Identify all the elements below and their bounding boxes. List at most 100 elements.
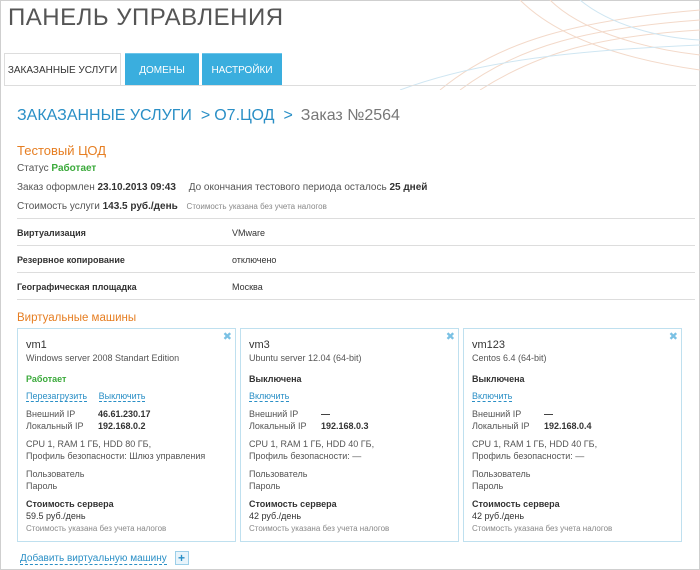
vm-name: vm1	[26, 339, 47, 351]
cost-note: Стоимость указана без учета налогов	[186, 202, 327, 211]
vm-state: Работает	[26, 374, 67, 384]
vm-actions: Включить	[249, 391, 298, 402]
vm-spec: CPU 1, RAM 1 ГБ, HDD 40 ГБ,	[472, 439, 598, 449]
vm-external-ip: Внешний IP —	[249, 409, 330, 419]
property-name: Географическая площадка	[17, 282, 137, 292]
vm-price: 42 руб./день	[249, 511, 302, 521]
service-properties-table: Виртуализация VMware Резервное копирован…	[17, 218, 695, 300]
local-ip-value: 192.168.0.2	[98, 421, 146, 431]
vm-price-label: Стоимость сервера	[472, 499, 560, 509]
reboot-button[interactable]: Перезагрузить	[26, 391, 88, 402]
vm-card: ✖ vm1 Windows server 2008 Standart Editi…	[17, 328, 236, 542]
vm-state: Выключена	[249, 374, 302, 384]
cost-value: 143.5 руб./день	[102, 201, 178, 212]
trial-remaining: 25 дней	[389, 182, 428, 193]
property-value: отключено	[232, 255, 277, 265]
vm-name: vm123	[472, 339, 506, 351]
external-ip-label: Внешний IP	[249, 409, 299, 419]
vm-card: ✖ vm123 Centos 6.4 (64-bit) Выключена Вк…	[463, 328, 682, 542]
plus-icon[interactable]: +	[174, 551, 189, 565]
vm-actions: Перезагрузить Выключить	[26, 391, 154, 402]
close-icon[interactable]: ✖	[446, 330, 455, 343]
property-row: Географическая площадка Москва	[17, 273, 695, 300]
vm-price: 42 руб./день	[472, 511, 525, 521]
vm-password-label: Пароль	[472, 481, 504, 491]
local-ip-value: 192.168.0.3	[321, 421, 369, 431]
vm-external-ip: Внешний IP 46.61.230.17	[26, 409, 151, 419]
local-ip-label: Локальный IP	[472, 421, 530, 431]
external-ip-value: —	[544, 409, 553, 419]
service-cost-line: Стоимость услуги 143.5 руб./день Стоимос…	[17, 201, 327, 212]
local-ip-label: Локальный IP	[249, 421, 307, 431]
power-on-button[interactable]: Включить	[472, 391, 513, 402]
vm-os: Windows server 2008 Standart Edition	[26, 353, 180, 363]
vm-password-label: Пароль	[26, 481, 58, 491]
vm-price: 59.5 руб./день	[26, 511, 86, 521]
vm-user-label: Пользователь	[472, 469, 531, 479]
order-info-line: Заказ оформлен 23.10.2013 09:43 До оконч…	[17, 182, 427, 193]
external-ip-label: Внешний IP	[472, 409, 522, 419]
vm-user-label: Пользователь	[26, 469, 85, 479]
property-row: Виртуализация VMware	[17, 219, 695, 246]
close-icon[interactable]: ✖	[223, 330, 232, 343]
local-ip-label: Локальный IP	[26, 421, 84, 431]
vm-password-label: Пароль	[249, 481, 281, 491]
vm-security-profile: Профиль безопасности: Шлюз управления	[26, 451, 206, 461]
vm-state: Выключена	[472, 374, 525, 384]
vm-price-note: Стоимость указана без учета налогов	[249, 524, 390, 533]
tab-domains[interactable]: ДОМЕНЫ	[125, 53, 199, 86]
vm-local-ip: Локальный IP 192.168.0.2	[26, 421, 146, 431]
add-vm-link[interactable]: Добавить виртуальную машину	[20, 552, 167, 565]
vm-user-label: Пользователь	[249, 469, 308, 479]
tabs-divider	[4, 85, 696, 86]
vm-price-note: Стоимость указана без учета налогов	[26, 524, 167, 533]
add-vm-row: Добавить виртуальную машину +	[20, 551, 189, 565]
vm-local-ip: Локальный IP 192.168.0.3	[249, 421, 369, 431]
breadcrumb-separator: >	[200, 107, 211, 124]
trial-label: До окончания тестового периода осталось	[188, 182, 387, 193]
breadcrumb-separator: >	[283, 107, 293, 124]
vm-external-ip: Внешний IP —	[472, 409, 553, 419]
property-row: Резервное копирование отключено	[17, 246, 695, 273]
header-decoration	[399, 0, 700, 90]
breadcrumb-section-link[interactable]: О7.ЦОД	[214, 107, 274, 124]
breadcrumb-root-link[interactable]: ЗАКАЗАННЫЕ УСЛУГИ	[17, 107, 192, 124]
vm-local-ip: Локальный IP 192.168.0.4	[472, 421, 592, 431]
vm-os: Centos 6.4 (64-bit)	[472, 353, 547, 363]
property-value: Москва	[232, 282, 263, 292]
power-on-button[interactable]: Включить	[249, 391, 290, 402]
vm-price-note: Стоимость указана без учета налогов	[472, 524, 613, 533]
property-value: VMware	[232, 228, 266, 238]
vms-section-title: Виртуальные машины	[17, 312, 137, 324]
vm-card: ✖ vm3 Ubuntu server 12.04 (64-bit) Выклю…	[240, 328, 459, 542]
vm-price-label: Стоимость сервера	[26, 499, 114, 509]
external-ip-label: Внешний IP	[26, 409, 76, 419]
service-title: Тестовый ЦОД	[17, 143, 107, 158]
power-off-button[interactable]: Выключить	[98, 391, 146, 402]
vm-spec: CPU 1, RAM 1 ГБ, HDD 40 ГБ,	[249, 439, 375, 449]
status-value: Работает	[51, 163, 97, 174]
vm-security-profile: Профиль безопасности: —	[472, 451, 585, 461]
vm-price-label: Стоимость сервера	[249, 499, 337, 509]
service-status-line: Статус Работает	[17, 163, 96, 174]
local-ip-value: 192.168.0.4	[544, 421, 592, 431]
order-date: 23.10.2013 09:43	[97, 182, 176, 193]
external-ip-value: —	[321, 409, 330, 419]
close-icon[interactable]: ✖	[669, 330, 678, 343]
vm-name: vm3	[249, 339, 270, 351]
vm-spec: CPU 1, RAM 1 ГБ, HDD 80 ГБ,	[26, 439, 152, 449]
vm-security-profile: Профиль безопасности: —	[249, 451, 362, 461]
tab-ordered-services[interactable]: ЗАКАЗАННЫЕ УСЛУГИ	[4, 53, 121, 86]
tab-settings[interactable]: НАСТРОЙКИ	[202, 53, 282, 86]
external-ip-value: 46.61.230.17	[98, 409, 151, 419]
breadcrumb-current: Заказ №2564	[300, 107, 400, 124]
property-name: Виртуализация	[17, 228, 86, 238]
breadcrumb: ЗАКАЗАННЫЕ УСЛУГИ > О7.ЦОД > Заказ №2564	[17, 107, 400, 125]
property-name: Резервное копирование	[17, 255, 125, 265]
page-title: ПАНЕЛЬ УПРАВЛЕНИЯ	[8, 4, 284, 31]
order-label: Заказ оформлен	[17, 182, 95, 193]
status-label: Статус	[17, 163, 49, 174]
cost-label: Стоимость услуги	[17, 201, 100, 212]
vm-os: Ubuntu server 12.04 (64-bit)	[249, 353, 362, 363]
vm-actions: Включить	[472, 391, 521, 402]
